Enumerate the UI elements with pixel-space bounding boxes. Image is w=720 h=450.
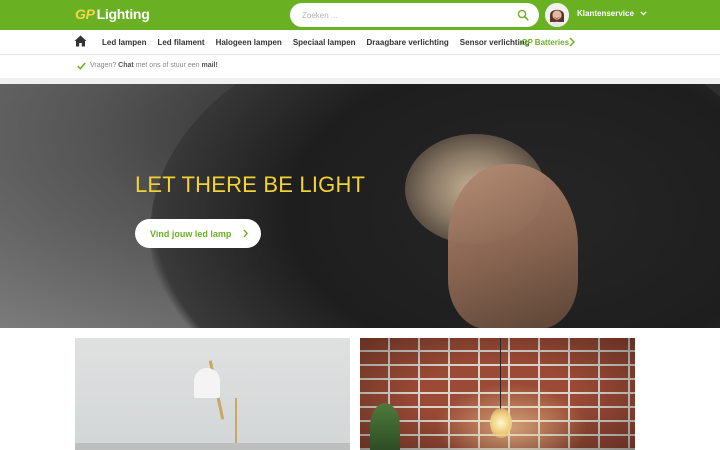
nav-item-gp-batteries[interactable]: GP Batteries [521,38,569,47]
contact-middle-text: met ons of stuur een [135,62,200,69]
search-icon[interactable] [517,9,529,21]
lamp-shade [194,368,220,398]
hero-banner: LET THERE BE LIGHT Vind jouw led lamp [0,84,720,328]
nav-item-halogeen-lampen[interactable]: Halogeen lampen [216,38,282,47]
nav-item-draagbare-verlichting[interactable]: Draagbare verlichting [367,38,449,47]
contact-question: Vragen? [90,62,117,69]
mail-link[interactable]: mail! [201,62,217,69]
hero-title: LET THERE BE LIGHT [135,172,366,197]
top-header: GP Lighting Klantenservice [0,0,720,30]
bulb-wire [500,338,501,410]
chevron-right-icon[interactable] [569,37,575,47]
nav-item-led-filament[interactable]: Led filament [157,38,204,47]
search-box [290,3,539,27]
chat-link[interactable]: Chat [118,62,134,69]
gp-batteries-label: Batteries [534,38,570,47]
logo[interactable]: GP Lighting [75,6,150,24]
category-card-filament-bulb[interactable] [360,338,635,450]
main-nav: Led lampen Led filament Halogeen lampen … [0,30,720,55]
home-icon[interactable] [74,35,87,47]
nav-item-led-lampen[interactable]: Led lampen [102,38,146,47]
gp-batteries-prefix: GP [521,38,533,47]
nav-items: Led lampen Led filament Halogeen lampen … [102,30,541,55]
cta-label: Vind jouw led lamp [150,228,232,239]
customer-service-menu[interactable]: Klantenservice [577,9,647,18]
find-led-lamp-button[interactable]: Vind jouw led lamp [135,219,261,248]
filament-bulb-image [490,408,512,438]
hero-hand-image [448,164,578,328]
contact-text: Vragen? Chat met ons of stuur een mail! [90,62,218,69]
chevron-right-icon [243,229,248,238]
check-icon [77,62,86,70]
category-card-desk-lamp[interactable] [75,338,350,450]
chevron-down-icon [640,11,647,16]
avatar[interactable] [545,3,569,27]
plant-image [370,403,400,450]
customer-service-label: Klantenservice [577,9,634,18]
search-input[interactable] [302,3,502,27]
nav-item-speciaal-lampen[interactable]: Speciaal lampen [293,38,356,47]
contact-info-bar: Vragen? Chat met ons of stuur een mail! [0,55,720,78]
lamp-table [75,443,350,450]
logo-prefix: GP [75,6,95,22]
logo-name: Lighting [96,6,150,22]
nav-item-sensor-verlichting[interactable]: Sensor verlichting [460,38,530,47]
